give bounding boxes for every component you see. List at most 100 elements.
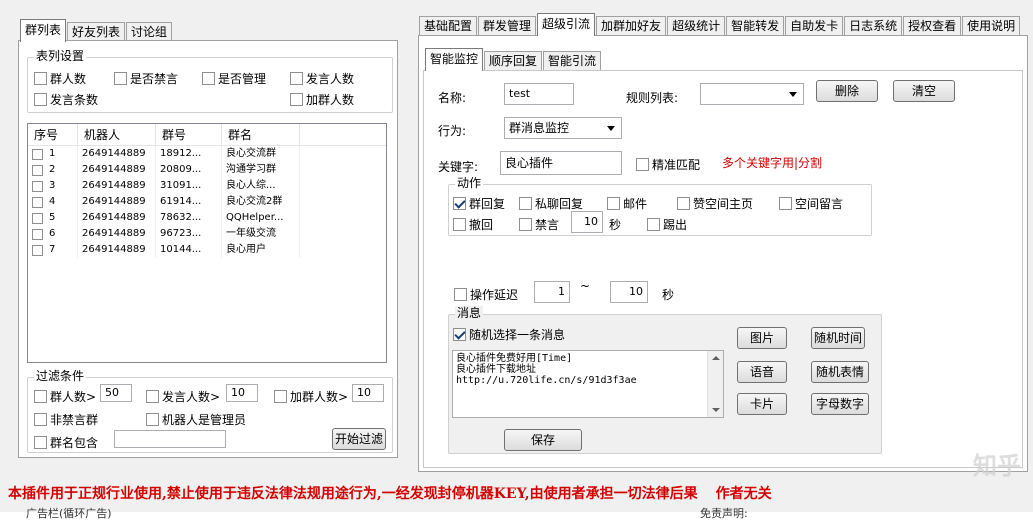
kick-checkbox[interactable]: 踢出 <box>647 216 687 233</box>
tab-super-traffic[interactable]: 超级引流 <box>537 13 596 36</box>
start-filter-button[interactable]: 开始过滤 <box>332 428 386 450</box>
tab-help[interactable]: 使用说明 <box>962 16 1021 36</box>
action-label: 行为: <box>438 124 467 138</box>
random-time-button[interactable]: 随机时间 <box>811 327 865 349</box>
tab-group-list[interactable]: 群列表 <box>20 19 67 42</box>
filter-name-contains-checkbox[interactable]: 群名包含 <box>34 434 98 451</box>
table-row[interactable]: 6 2649144889 96723... 一年级交流 <box>28 226 386 242</box>
save-button[interactable]: 保存 <box>504 429 582 451</box>
tab-smart-forward[interactable]: 智能转发 <box>726 16 785 36</box>
filter-joins-input[interactable]: 10 <box>352 384 384 402</box>
row-checkbox[interactable] <box>32 180 43 192</box>
header-index[interactable]: 序号 <box>28 124 78 145</box>
random-message-checkbox[interactable]: 随机选择一条消息 <box>453 326 565 343</box>
row-group-name: 一年级交流 <box>222 226 300 242</box>
image-button[interactable]: 图片 <box>737 327 787 349</box>
table-row[interactable]: 1 2649144889 18912... 良心交流群 <box>28 146 386 162</box>
delay-from-input[interactable]: 1 <box>534 281 570 303</box>
card-button[interactable]: 卡片 <box>737 393 787 415</box>
filter-robot-admin-checkbox[interactable]: 机器人是管理员 <box>146 411 246 428</box>
col-join-count-checkbox[interactable]: 加群人数 <box>290 91 354 108</box>
tab-friend-list[interactable]: 好友列表 <box>67 22 126 42</box>
message-textarea[interactable]: 良心插件免费好用[Time] 良心插件下载地址 http://u.720life… <box>452 350 724 418</box>
tab-add-group-friend[interactable]: 加群加好友 <box>596 16 667 36</box>
voice-button[interactable]: 语音 <box>737 361 787 383</box>
private-reply-checkbox[interactable]: 私聊回复 <box>519 195 583 212</box>
row-robot: 2649144889 <box>78 178 156 194</box>
tab-license[interactable]: 授权查看 <box>903 16 962 36</box>
scroll-down-icon <box>712 408 720 412</box>
zone-message-checkbox[interactable]: 空间留言 <box>779 195 843 212</box>
col-muted-checkbox[interactable]: 是否禁言 <box>114 70 178 87</box>
filter-name-contains-input[interactable] <box>114 430 226 448</box>
ad-bar-label: 广告栏(循环广告) <box>26 507 112 520</box>
keyword-label: 关键字: <box>438 160 479 174</box>
mute-seconds-input[interactable]: 10 <box>571 211 603 233</box>
row-group-name: QQHelper... <box>222 210 300 226</box>
row-robot: 2649144889 <box>78 194 156 210</box>
tab-sequential-reply[interactable]: 顺序回复 <box>484 51 543 71</box>
filter-members-checkbox[interactable]: 群人数> <box>34 388 96 405</box>
header-group-no[interactable]: 群号 <box>156 124 222 145</box>
left-panel: 表列设置 群人数 是否禁言 是否管理 发言人数 发言条数 加群人数 序号 机器人… <box>18 40 398 458</box>
keyword-input[interactable]: 良心插件 <box>500 151 622 175</box>
tab-mass-send[interactable]: 群发管理 <box>478 16 537 36</box>
row-checkbox[interactable] <box>32 228 43 240</box>
mute-seconds-unit: 秒 <box>609 218 622 232</box>
name-label: 名称: <box>438 91 467 105</box>
col-admin-checkbox[interactable]: 是否管理 <box>202 70 266 87</box>
filter-members-input[interactable]: 50 <box>100 384 132 402</box>
table-row[interactable]: 7 2649144889 10144... 良心用户 <box>28 242 386 258</box>
tab-self-card[interactable]: 自助发卡 <box>785 16 844 36</box>
table-row[interactable]: 5 2649144889 78632... QQHelper... <box>28 210 386 226</box>
tab-super-stats[interactable]: 超级统计 <box>667 16 726 36</box>
col-member-count-checkbox[interactable]: 群人数 <box>34 70 86 87</box>
header-group-name[interactable]: 群名 <box>222 124 300 145</box>
table-row[interactable]: 4 2649144889 61914... 良心交流2群 <box>28 194 386 210</box>
watermark-logo: 知乎 <box>973 452 1021 480</box>
row-robot: 2649144889 <box>78 162 156 178</box>
delete-button[interactable]: 删除 <box>816 80 878 102</box>
row-checkbox[interactable] <box>32 164 43 176</box>
recall-checkbox[interactable]: 撤回 <box>453 216 493 233</box>
filter-speakers-checkbox[interactable]: 发言人数> <box>146 388 220 405</box>
filter-joins-checkbox[interactable]: 加群人数> <box>274 388 348 405</box>
row-group-name: 沟通学习群 <box>222 162 300 178</box>
table-row[interactable]: 3 2649144889 31091... 良心人综... <box>28 178 386 194</box>
header-robot[interactable]: 机器人 <box>78 124 156 145</box>
sub-tab-bar: 智能监控 顺序回复 智能引流 <box>425 48 602 71</box>
random-emoji-button[interactable]: 随机表情 <box>811 361 869 383</box>
col-speaker-count-checkbox[interactable]: 发言人数 <box>290 70 354 87</box>
row-checkbox[interactable] <box>32 212 43 224</box>
col-message-count-checkbox[interactable]: 发言条数 <box>34 91 98 108</box>
delay-checkbox[interactable]: 操作延迟 <box>454 286 518 303</box>
textarea-scrollbar[interactable] <box>707 351 723 417</box>
name-input[interactable]: test <box>504 83 574 105</box>
clear-button[interactable]: 清空 <box>893 80 955 102</box>
action-select[interactable]: 群消息监控 <box>504 117 622 139</box>
tab-log-system[interactable]: 日志系统 <box>844 16 903 36</box>
row-checkbox[interactable] <box>32 244 43 256</box>
rules-select[interactable] <box>700 83 804 105</box>
row-index: 5 <box>49 212 56 223</box>
tab-discussion-group[interactable]: 讨论组 <box>126 22 173 42</box>
row-group-no: 18912... <box>156 146 222 162</box>
exact-match-checkbox[interactable]: 精准匹配 <box>636 156 700 173</box>
tab-smart-monitor[interactable]: 智能监控 <box>425 48 484 71</box>
tab-basic-config[interactable]: 基础配置 <box>419 16 478 36</box>
row-checkbox[interactable] <box>32 148 43 160</box>
tab-smart-traffic[interactable]: 智能引流 <box>543 51 602 71</box>
email-checkbox[interactable]: 邮件 <box>607 195 647 212</box>
like-zone-checkbox[interactable]: 赞空间主页 <box>677 195 753 212</box>
actions-group: 动作 群回复 私聊回复 邮件 赞空间主页 空间留言 撤回 禁言 10 秒 踢出 <box>448 176 872 236</box>
table-row[interactable]: 2 2649144889 20809... 沟通学习群 <box>28 162 386 178</box>
mute-checkbox[interactable]: 禁言 <box>519 216 559 233</box>
filter-speakers-input[interactable]: 10 <box>226 384 258 402</box>
filter-not-muted-checkbox[interactable]: 非禁言群 <box>34 411 98 428</box>
monitor-panel: 名称: test 规则列表: 删除 清空 行为: 群消息监控 关键字: 良心插件… <box>423 70 1023 468</box>
row-checkbox[interactable] <box>32 196 43 208</box>
alphanumeric-button[interactable]: 字母数字 <box>811 393 869 415</box>
delay-to-input[interactable]: 10 <box>610 281 648 303</box>
group-list-table[interactable]: 序号 机器人 群号 群名 1 2649144889 18912... 良心交流群 2 26… <box>27 123 387 363</box>
group-reply-checkbox[interactable]: 群回复 <box>453 195 505 212</box>
